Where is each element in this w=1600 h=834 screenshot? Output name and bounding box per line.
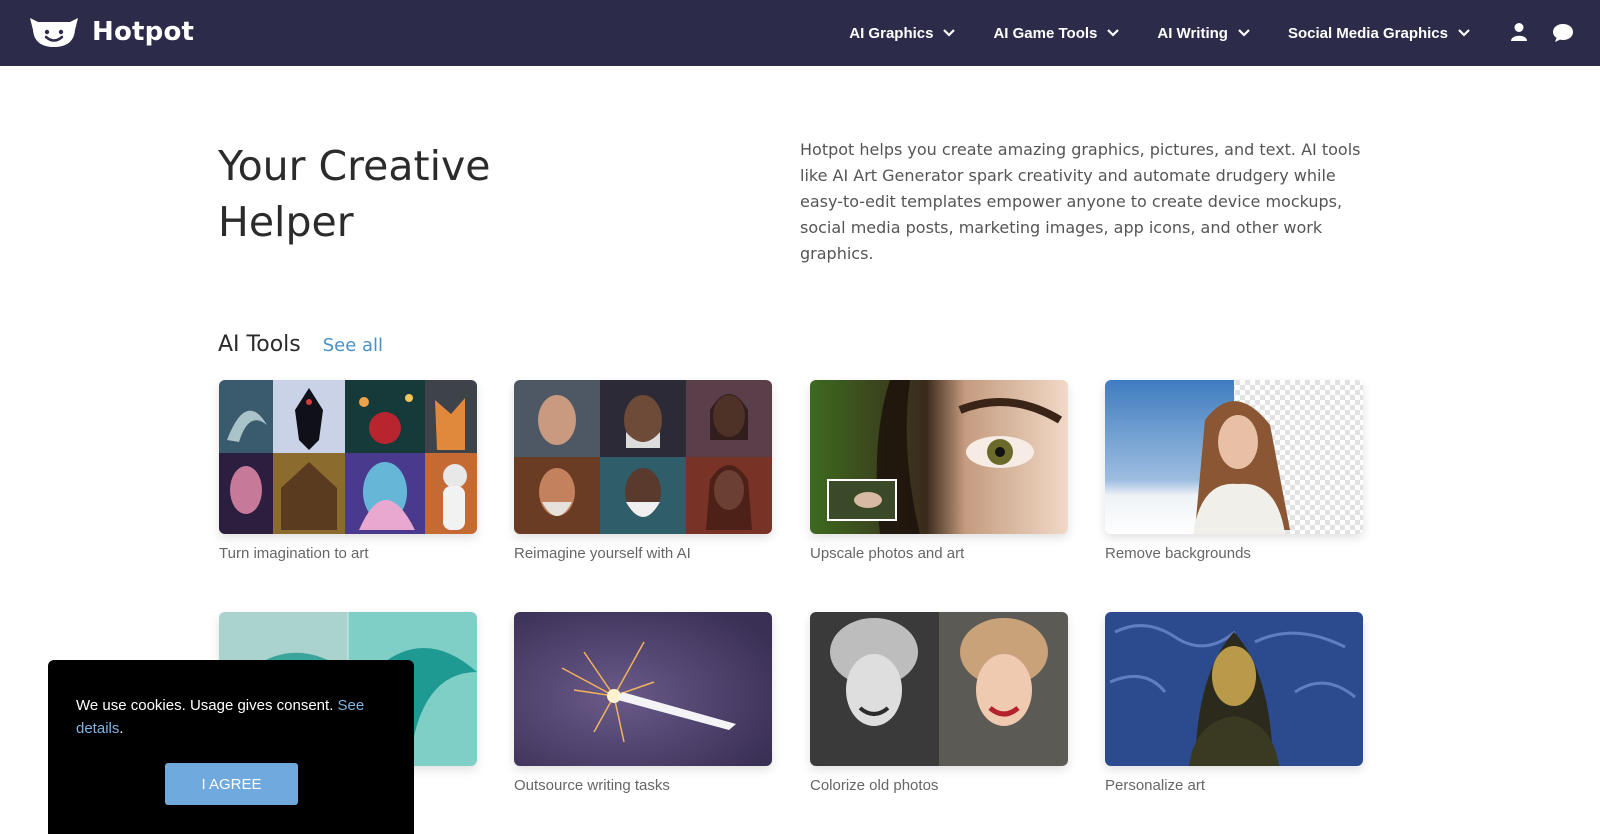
see-all-link[interactable]: See all — [323, 335, 383, 356]
card-thumbnail — [1105, 612, 1363, 766]
upscale-eye-image — [810, 380, 1068, 534]
card-label: Colorize old photos — [810, 777, 939, 794]
tool-card-style-transfer[interactable]: Personalize art — [1105, 612, 1363, 794]
chevron-down-icon — [1458, 29, 1470, 37]
cookie-period: . — [119, 720, 124, 737]
nav-social-media-graphics[interactable]: Social Media Graphics — [1288, 25, 1470, 42]
tool-card-upscaler[interactable]: Upscale photos and art — [810, 380, 1068, 562]
card-label: Reimagine yourself with AI — [514, 545, 691, 562]
card-label: Outsource writing tasks — [514, 777, 670, 794]
ai-art-collage-image — [219, 380, 477, 534]
colorize-portrait-image — [810, 612, 1068, 766]
card-label: Turn imagination to art — [219, 545, 369, 562]
tool-card-background-remover[interactable]: Remove backgrounds — [1105, 380, 1363, 562]
card-label: Personalize art — [1105, 777, 1206, 794]
tool-card-ai-art-generator[interactable]: Turn imagination to art — [219, 380, 477, 562]
card-label: Remove backgrounds — [1105, 545, 1251, 562]
card-thumbnail — [514, 380, 772, 534]
hero-description: Hotpot helps you create amazing graphics… — [800, 140, 1361, 263]
ai-tools-header: AI Tools See all — [218, 332, 383, 357]
cookie-banner: We use cookies. Usage gives consent. See… — [48, 660, 414, 834]
nav-label: Social Media Graphics — [1287, 24, 1448, 42]
nav-label: AI Writing — [1157, 24, 1228, 42]
brand-name: Hotpot — [92, 17, 195, 47]
tool-card-colorizer[interactable]: Colorize old photos — [810, 612, 1068, 794]
card-thumbnail — [514, 612, 772, 766]
tool-card-ai-writer[interactable]: Outsource writing tasks — [514, 612, 772, 794]
chevron-down-icon — [1107, 29, 1120, 37]
cookie-text: We use cookies. Usage gives consent. — [76, 697, 334, 714]
section-title: AI Tools — [218, 332, 301, 357]
cookie-message: We use cookies. Usage gives consent. See… — [76, 694, 386, 740]
card-thumbnail — [810, 380, 1068, 534]
card-thumbnail — [219, 380, 477, 534]
nav-label: AI Graphics — [849, 24, 934, 42]
sparkler-pen-image — [514, 612, 772, 766]
mona-lisa-starry-image — [1105, 612, 1363, 766]
nav-label: AI Game Tools — [993, 24, 1098, 42]
main-nav: AI Graphics AI Game Tools AI Writing Soc… — [811, 0, 1470, 66]
background-removal-image — [1105, 380, 1363, 534]
chevron-down-icon — [1238, 29, 1250, 37]
chat-icon[interactable] — [1552, 23, 1574, 43]
nav-ai-writing[interactable]: AI Writing — [1157, 25, 1250, 42]
page-title: Your Creative Helper — [218, 142, 491, 246]
nav-ai-graphics[interactable]: AI Graphics — [849, 24, 956, 42]
card-thumbnail — [810, 612, 1068, 766]
agree-button[interactable]: I AGREE — [165, 763, 298, 805]
nav-ai-game-tools[interactable]: AI Game Tools — [993, 24, 1120, 42]
user-icon[interactable] — [1511, 22, 1527, 42]
card-label: Upscale photos and art — [810, 545, 965, 562]
card-thumbnail — [1105, 380, 1363, 534]
hotpot-logo[interactable]: Hotpot — [28, 16, 194, 48]
top-navigation-bar: Hotpot AI Graphics AI Game Tools AI Writ… — [0, 0, 1600, 66]
ai-portraits-collage-image — [514, 380, 772, 534]
chevron-down-icon — [943, 29, 956, 37]
tool-card-ai-portraits[interactable]: Reimagine yourself with AI — [514, 380, 772, 562]
hotpot-mascot-icon — [30, 18, 78, 47]
